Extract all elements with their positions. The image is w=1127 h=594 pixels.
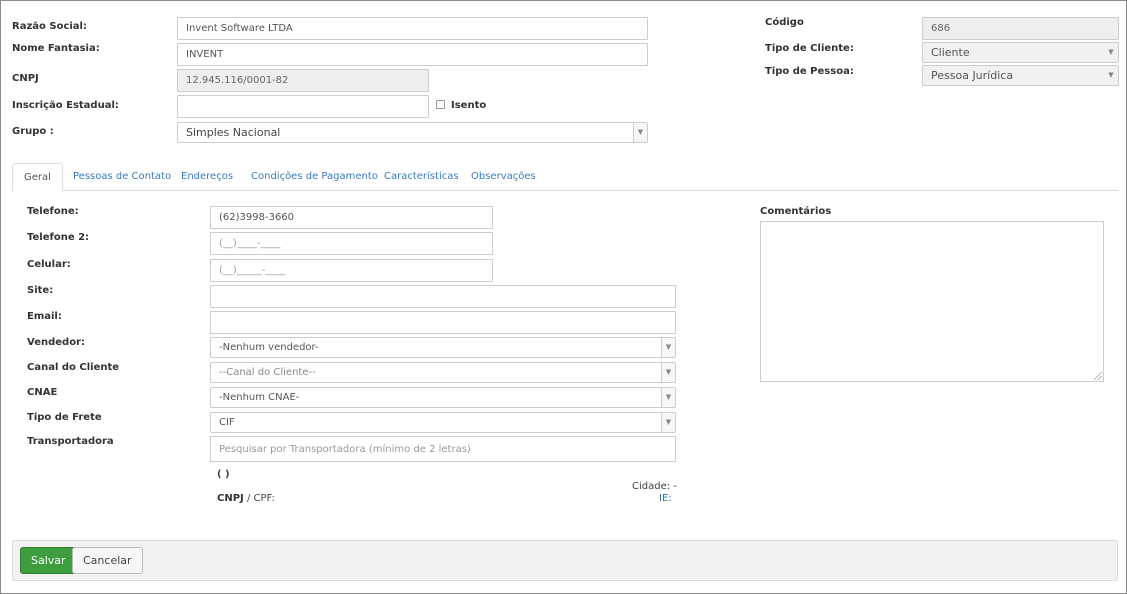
nome-fantasia-input[interactable] — [177, 43, 648, 66]
cnae-select[interactable]: -Nenhum CNAE- ▼ — [210, 387, 676, 408]
vendedor-select[interactable]: -Nenhum vendedor- ▼ — [210, 337, 676, 358]
tab-geral[interactable]: Geral — [12, 163, 63, 192]
tab-pessoas-de-contato[interactable]: Pessoas de Contato — [73, 163, 171, 191]
chevron-down-icon: ▼ — [1108, 48, 1114, 56]
vendedor-value: -Nenhum vendedor- — [219, 342, 319, 353]
chevron-down-icon: ▼ — [1108, 71, 1114, 79]
chevron-down-icon: ▼ — [661, 363, 675, 382]
inscricao-estadual-label: Inscrição Estadual: — [12, 100, 119, 111]
canal-label: Canal do Cliente — [27, 362, 120, 373]
transportadora-label: Transportadora — [27, 436, 114, 447]
vendedor-label: Vendedor: — [27, 337, 85, 348]
cnpj-label: CNPJ — [12, 73, 39, 84]
telefone2-label: Telefone 2: — [27, 232, 90, 243]
cnae-value: -Nenhum CNAE- — [219, 392, 300, 403]
tipo-pessoa-value: Pessoa Jurídica — [931, 69, 1014, 82]
email-input[interactable] — [210, 311, 676, 334]
grupo-label: Grupo : — [12, 126, 54, 137]
celular-input[interactable] — [210, 259, 493, 282]
site-input[interactable] — [210, 285, 676, 308]
tab-caracteristicas[interactable]: Características — [384, 163, 459, 191]
transportadora-name: ( ) — [217, 469, 230, 480]
chevron-down-icon: ▼ — [633, 123, 647, 142]
form-footer: Salvar Cancelar — [12, 540, 1118, 581]
razao-social-label: Razão Social: — [12, 21, 87, 32]
nome-fantasia-label: Nome Fantasia: — [12, 43, 100, 54]
chevron-down-icon: ▼ — [661, 413, 675, 432]
celular-label: Celular: — [27, 259, 71, 270]
canal-value: --Canal do Cliente-- — [219, 367, 316, 378]
tab-enderecos[interactable]: Endereços — [181, 163, 233, 191]
transportadora-cidade: Cidade: - — [632, 481, 677, 492]
tab-condicoes-de-pagamento[interactable]: Condições de Pagamento — [251, 163, 378, 191]
transportadora-ie: IE: — [659, 493, 672, 504]
tipo-frete-label: Tipo de Frete — [27, 412, 102, 423]
canal-select[interactable]: --Canal do Cliente-- ▼ — [210, 362, 676, 383]
isento-checkbox[interactable] — [436, 100, 445, 109]
customer-form: Razão Social: Nome Fantasia: CNPJ Inscri… — [0, 0, 1127, 594]
codigo-input[interactable] — [922, 17, 1119, 40]
tipo-frete-value: CIF — [219, 417, 235, 428]
chevron-down-icon: ▼ — [661, 388, 675, 407]
telefone-input[interactable] — [210, 206, 493, 229]
email-label: Email: — [27, 311, 62, 322]
tipo-cliente-select[interactable]: Cliente ▼ — [922, 42, 1119, 63]
cpf-label-text: / CPF: — [243, 493, 275, 504]
telefone2-input[interactable] — [210, 232, 493, 255]
tipo-frete-select[interactable]: CIF ▼ — [210, 412, 676, 433]
cnae-label: CNAE — [27, 387, 58, 398]
codigo-label: Código — [765, 17, 804, 28]
tipo-cliente-label: Tipo de Cliente: — [765, 43, 854, 54]
inscricao-estadual-input[interactable] — [177, 95, 429, 118]
grupo-select[interactable]: Simples Nacional ▼ — [177, 122, 648, 143]
cancel-button[interactable]: Cancelar — [72, 547, 143, 574]
comentarios-textarea[interactable] — [760, 221, 1104, 382]
razao-social-input[interactable] — [177, 17, 648, 40]
transportadora-search-input[interactable] — [210, 436, 676, 462]
cnpj-label-text: CNPJ — [217, 493, 244, 504]
save-button[interactable]: Salvar — [20, 547, 77, 574]
resize-grip-icon[interactable] — [1094, 372, 1102, 380]
site-label: Site: — [27, 285, 54, 296]
transportadora-cnpj-cpf: CNPJ / CPF: — [217, 493, 275, 504]
tipo-pessoa-label: Tipo de Pessoa: — [765, 66, 854, 77]
comentarios-label: Comentários — [760, 206, 832, 217]
grupo-select-value: Simples Nacional — [186, 126, 281, 139]
cnpj-input[interactable] — [177, 69, 429, 92]
tab-bar: Geral Pessoas de Contato Endereços Condi… — [12, 163, 1118, 192]
telefone-label: Telefone: — [27, 206, 79, 217]
tipo-pessoa-select[interactable]: Pessoa Jurídica ▼ — [922, 65, 1119, 86]
isento-label: Isento — [451, 100, 487, 111]
tipo-cliente-value: Cliente — [931, 46, 970, 59]
tab-observacoes[interactable]: Observações — [471, 163, 536, 191]
chevron-down-icon: ▼ — [661, 338, 675, 357]
